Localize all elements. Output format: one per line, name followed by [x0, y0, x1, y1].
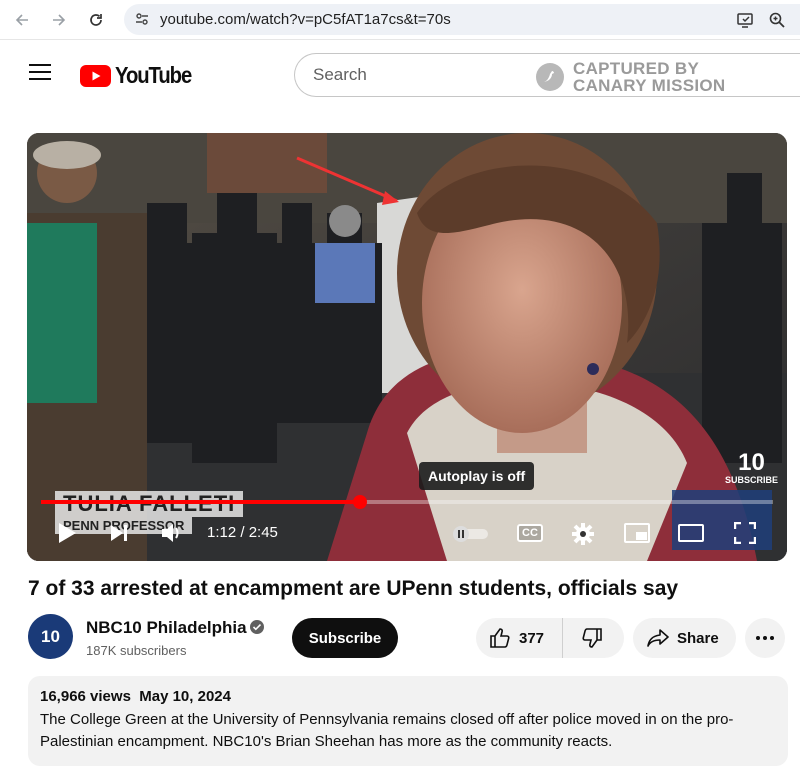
menu-icon[interactable]: [29, 64, 51, 82]
more-horizontal-icon: [756, 636, 774, 640]
badge-number: 10: [738, 449, 765, 476]
dislike-button[interactable]: [563, 618, 621, 658]
time-display: 1:12 / 2:45: [207, 524, 278, 541]
thumbs-down-icon: [582, 628, 602, 648]
youtube-play-logo-icon: [80, 64, 111, 87]
like-button[interactable]: 377: [476, 618, 563, 658]
url-text: youtube.com/watch?v=pC5fAT1a7cs&t=70s: [160, 11, 451, 28]
volume-icon: [162, 524, 179, 542]
thumbs-up-icon: [490, 628, 510, 648]
video-title: 7 of 33 arrested at encampment are UPenn…: [28, 577, 679, 600]
next-icon: [111, 525, 127, 541]
captions-button[interactable]: CC: [515, 522, 545, 544]
play-icon: [59, 523, 76, 543]
play-button[interactable]: [55, 521, 79, 545]
forward-arrow-icon: [53, 14, 66, 26]
description-text: The College Green at the University of P…: [40, 711, 734, 750]
subscribe-button[interactable]: Subscribe: [292, 618, 398, 658]
subscriber-count: 187K subscribers: [86, 643, 187, 658]
progress-bar[interactable]: [41, 495, 773, 509]
watermark-line-1: CAPTURED BY: [573, 59, 700, 78]
youtube-masthead: YouTube Search CAPTURED BY CANARY MISSIO…: [0, 40, 800, 112]
like-dislike-group: 377: [476, 618, 624, 658]
back-arrow-icon: [15, 14, 28, 26]
search-box[interactable]: Search CAPTURED BY CANARY MISSION: [294, 53, 800, 97]
watermark-line-2: CANARY MISSION: [573, 76, 726, 95]
autoplay-toggle[interactable]: [451, 524, 491, 544]
forward-button[interactable]: [47, 8, 71, 32]
progress-played: [41, 500, 361, 504]
site-settings-icon[interactable]: [134, 11, 150, 32]
canary-bird-icon: [536, 63, 564, 91]
logo-wordmark: YouTube: [115, 62, 192, 88]
youtube-logo[interactable]: YouTube: [80, 62, 202, 89]
gear-icon: [572, 523, 594, 545]
video-player[interactable]: TULIA FALLETI PENN PROFESSOR 10 SUBSCRIB…: [27, 133, 787, 561]
reload-button[interactable]: [84, 8, 108, 32]
autoplay-toggle-icon: [453, 526, 488, 542]
cc-icon: CC: [517, 524, 543, 542]
miniplayer-button[interactable]: [623, 522, 651, 544]
view-count-date: 16,966 views May 10, 2024: [40, 688, 231, 705]
theater-mode-button[interactable]: [677, 522, 705, 544]
lower-third-name: TULIA FALLETI: [55, 491, 244, 517]
canary-mission-watermark: CAPTURED BY CANARY MISSION: [535, 60, 726, 94]
zoom-icon[interactable]: [767, 10, 787, 30]
like-count: 377: [519, 629, 545, 647]
description-box[interactable]: 16,966 views May 10, 2024 The College Gr…: [28, 676, 788, 766]
badge-subscribe: SUBSCRIBE: [725, 475, 779, 485]
share-button[interactable]: Share: [633, 618, 736, 658]
share-icon: [647, 629, 669, 647]
search-input[interactable]: Search: [313, 65, 367, 85]
more-actions-button[interactable]: [745, 618, 785, 658]
cast-install-icon[interactable]: [735, 10, 755, 30]
theater-icon: [678, 524, 704, 542]
autoplay-tooltip: Autoplay is off: [419, 462, 535, 490]
address-bar[interactable]: youtube.com/watch?v=pC5fAT1a7cs&t=70s: [124, 4, 800, 35]
share-label: Share: [677, 629, 719, 647]
channel-avatar[interactable]: 10: [28, 614, 73, 659]
back-button[interactable]: [10, 8, 34, 32]
channel-name[interactable]: NBC10 Philadelphia: [86, 618, 247, 638]
browser-toolbar: youtube.com/watch?v=pC5fAT1a7cs&t=70s: [0, 0, 800, 40]
settings-button[interactable]: [570, 521, 596, 547]
fullscreen-icon: [734, 522, 756, 544]
fullscreen-button[interactable]: [732, 521, 758, 545]
volume-button[interactable]: [159, 521, 185, 545]
nbc10-subscribe-badge: 10 SUBSCRIBE: [725, 449, 779, 486]
next-button[interactable]: [107, 521, 131, 545]
miniplayer-icon: [624, 523, 650, 543]
verified-badge-icon: [250, 620, 264, 639]
reload-icon: [90, 14, 102, 26]
avatar-text: 10: [41, 626, 60, 646]
